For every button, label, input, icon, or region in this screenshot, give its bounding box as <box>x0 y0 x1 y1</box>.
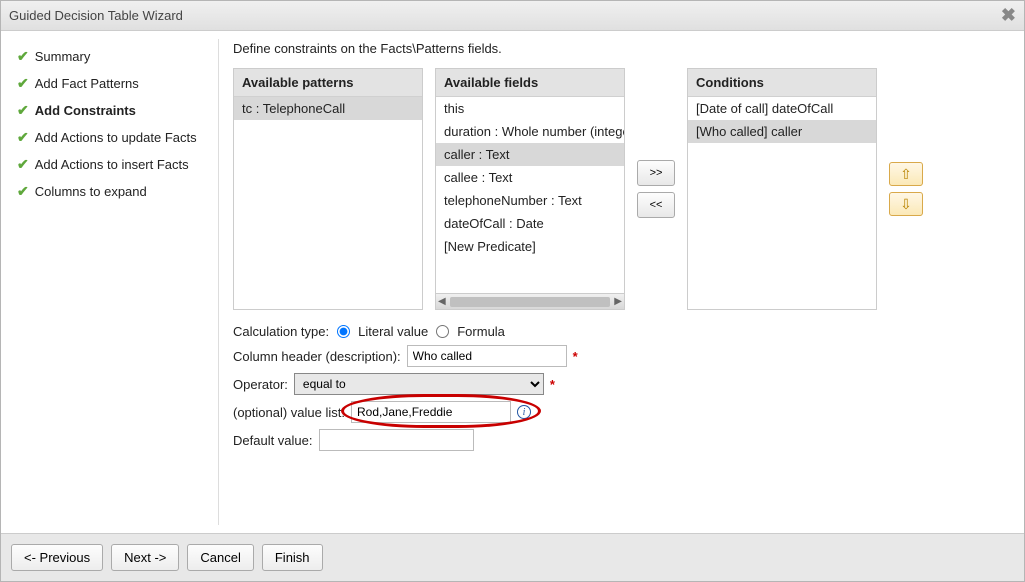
operator-row: Operator: equal to * <box>233 373 1002 395</box>
info-icon[interactable]: i <box>517 405 531 419</box>
calc-formula-label: Formula <box>457 324 505 339</box>
calc-formula-radio[interactable] <box>436 325 449 338</box>
default-label: Default value: <box>233 433 313 448</box>
footer: <- Previous Next -> Cancel Finish <box>1 533 1024 581</box>
list-item[interactable]: [Date of call] dateOfCall <box>688 97 876 120</box>
previous-button[interactable]: <- Previous <box>11 544 103 571</box>
scroll-left-icon[interactable]: ◀ <box>438 296 446 307</box>
next-button[interactable]: Next -> <box>111 544 179 571</box>
check-icon: ✔ <box>17 183 29 200</box>
conditions-header: Conditions <box>688 69 876 97</box>
form-area: Calculation type: Literal value Formula … <box>233 324 1002 451</box>
required-icon: * <box>573 349 578 364</box>
patterns-list[interactable]: tc : TelephoneCall <box>234 97 422 309</box>
reorder-buttons: ⇧ ⇩ <box>889 68 923 310</box>
sidebar-item-add-constraints[interactable]: ✔ Add Constraints <box>9 97 218 124</box>
list-item[interactable]: [Who called] caller <box>688 120 876 143</box>
fields-list[interactable]: this duration : Whole number (integer) c… <box>436 97 624 293</box>
wizard-window: Guided Decision Table Wizard ✖ ✔ Summary… <box>0 0 1025 582</box>
sidebar-item-columns-expand[interactable]: ✔ Columns to expand <box>9 178 218 205</box>
check-icon: ✔ <box>17 102 29 119</box>
list-item[interactable]: dateOfCall : Date <box>436 212 624 235</box>
valuelist-input[interactable] <box>351 401 511 423</box>
title-bar: Guided Decision Table Wizard ✖ <box>1 1 1024 31</box>
finish-button[interactable]: Finish <box>262 544 323 571</box>
operator-select[interactable]: equal to <box>294 373 544 395</box>
list-item[interactable]: callee : Text <box>436 166 624 189</box>
sidebar-item-add-fact-patterns[interactable]: ✔ Add Fact Patterns <box>9 70 218 97</box>
sidebar-item-label: Add Actions to insert Facts <box>35 157 189 172</box>
sidebar-item-label: Add Constraints <box>35 103 136 118</box>
list-item[interactable]: this <box>436 97 624 120</box>
conditions-pane: Conditions [Date of call] dateOfCall [Wh… <box>687 68 877 310</box>
sidebar-item-label: Columns to expand <box>35 184 147 199</box>
default-row: Default value: <box>233 429 1002 451</box>
operator-label: Operator: <box>233 377 288 392</box>
cancel-button[interactable]: Cancel <box>187 544 253 571</box>
conditions-list[interactable]: [Date of call] dateOfCall [Who called] c… <box>688 97 876 309</box>
content-row: ✔ Summary ✔ Add Fact Patterns ✔ Add Cons… <box>1 31 1024 533</box>
calc-type-label: Calculation type: <box>233 324 329 339</box>
instruction-text: Define constraints on the Facts\Patterns… <box>233 41 1002 56</box>
required-icon: * <box>550 377 555 392</box>
available-fields-pane: Available fields this duration : Whole n… <box>435 68 625 310</box>
check-icon: ✔ <box>17 156 29 173</box>
shuttle-remove-button[interactable]: << <box>637 192 675 218</box>
default-input[interactable] <box>319 429 474 451</box>
fields-header: Available fields <box>436 69 624 97</box>
move-up-button[interactable]: ⇧ <box>889 162 923 186</box>
colheader-label: Column header (description): <box>233 349 401 364</box>
list-item[interactable]: telephoneNumber : Text <box>436 189 624 212</box>
colheader-row: Column header (description): * <box>233 345 1002 367</box>
panes-row: Available patterns tc : TelephoneCall Av… <box>233 68 1002 310</box>
scroll-right-icon[interactable]: ▶ <box>614 296 622 307</box>
horizontal-scrollbar[interactable]: ◀ ▶ <box>436 293 624 309</box>
check-icon: ✔ <box>17 75 29 92</box>
sidebar: ✔ Summary ✔ Add Fact Patterns ✔ Add Cons… <box>9 39 219 525</box>
window-title: Guided Decision Table Wizard <box>9 8 183 23</box>
close-icon[interactable]: ✖ <box>1001 5 1016 26</box>
list-item[interactable]: tc : TelephoneCall <box>234 97 422 120</box>
shuttle-add-button[interactable]: >> <box>637 160 675 186</box>
valuelist-label: (optional) value list: <box>233 405 345 420</box>
sidebar-item-label: Add Actions to update Facts <box>35 130 197 145</box>
scrollbar-thumb[interactable] <box>450 297 611 307</box>
patterns-header: Available patterns <box>234 69 422 97</box>
shuttle-buttons: >> << <box>637 68 675 310</box>
check-icon: ✔ <box>17 129 29 146</box>
list-item[interactable]: [New Predicate] <box>436 235 624 258</box>
calc-literal-label: Literal value <box>358 324 428 339</box>
sidebar-item-insert-facts[interactable]: ✔ Add Actions to insert Facts <box>9 151 218 178</box>
sidebar-item-label: Add Fact Patterns <box>35 76 139 91</box>
sidebar-item-label: Summary <box>35 49 91 64</box>
check-icon: ✔ <box>17 48 29 65</box>
sidebar-item-update-facts[interactable]: ✔ Add Actions to update Facts <box>9 124 218 151</box>
sidebar-item-summary[interactable]: ✔ Summary <box>9 43 218 70</box>
list-item[interactable]: caller : Text <box>436 143 624 166</box>
move-down-button[interactable]: ⇩ <box>889 192 923 216</box>
list-item[interactable]: duration : Whole number (integer) <box>436 120 624 143</box>
calc-literal-radio[interactable] <box>337 325 350 338</box>
main-panel: Define constraints on the Facts\Patterns… <box>219 39 1016 525</box>
available-patterns-pane: Available patterns tc : TelephoneCall <box>233 68 423 310</box>
colheader-input[interactable] <box>407 345 567 367</box>
calc-type-row: Calculation type: Literal value Formula <box>233 324 1002 339</box>
valuelist-row: (optional) value list: i <box>233 401 1002 423</box>
